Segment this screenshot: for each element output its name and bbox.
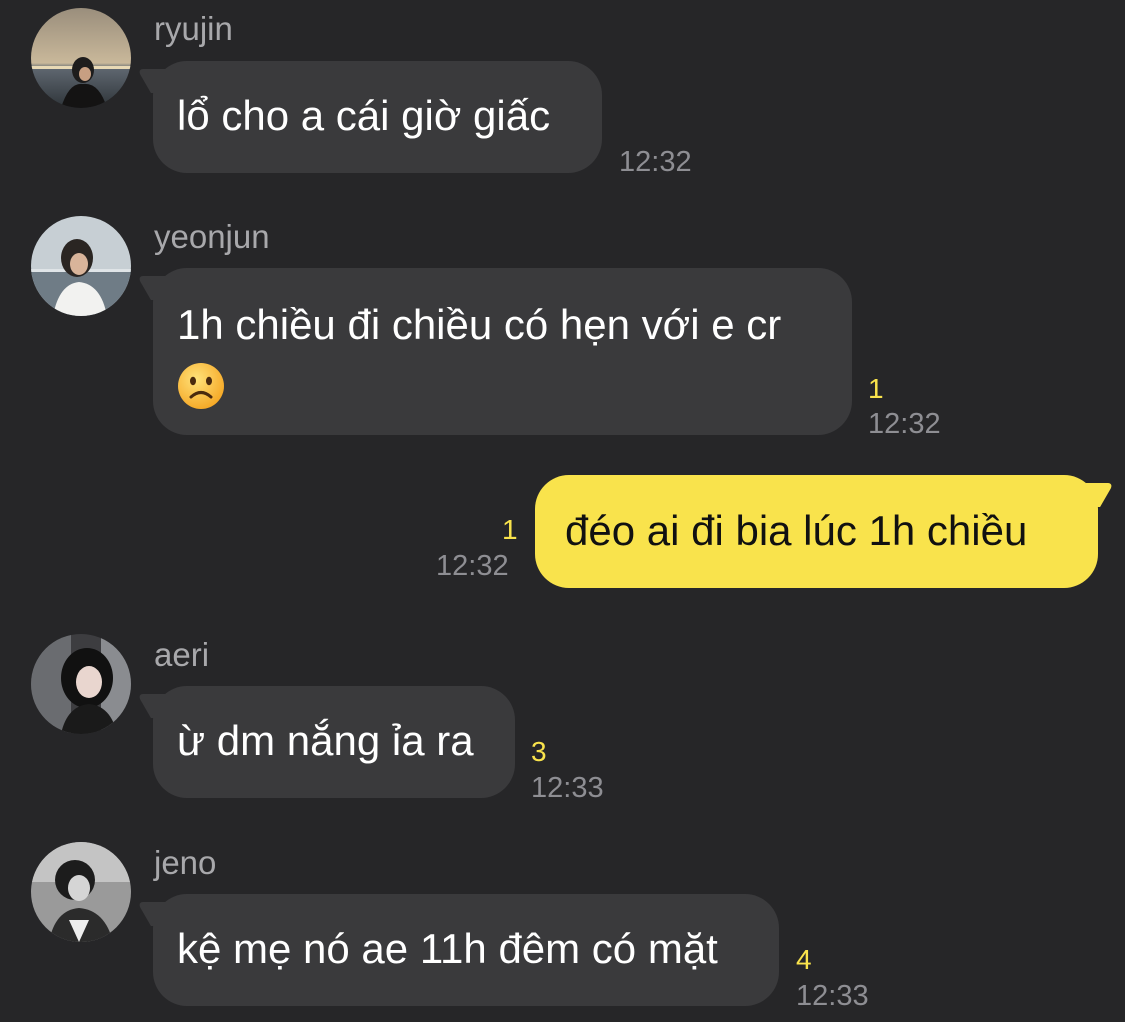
avatar[interactable] — [31, 216, 131, 316]
unread-count: 1 — [868, 373, 884, 404]
unread-count: 1 — [502, 514, 518, 545]
message-text: kệ mẹ nó ae 11h đêm có mặt — [177, 925, 718, 972]
message-text: 1h chiều đi chiều có hẹn với e cr — [177, 301, 782, 348]
yeonjun-avatar — [31, 216, 131, 316]
message-bubble[interactable]: ừ dm nắng ỉa ra — [153, 686, 515, 798]
avatar[interactable] — [31, 634, 131, 734]
unread-count: 4 — [796, 944, 812, 975]
message-timestamp: 12:33 — [796, 980, 869, 1012]
unread-count: 3 — [531, 736, 547, 767]
message-text: ừ dm nắng ỉa ra — [177, 717, 474, 764]
sender-name: ryujin — [154, 10, 233, 47]
sender-name: jeno — [154, 844, 217, 881]
message-timestamp: 12:32 — [436, 550, 509, 582]
sender-name: yeonjun — [154, 218, 270, 255]
jeno-avatar — [31, 842, 131, 942]
message-bubble[interactable]: lổ cho a cái giờ giấc — [153, 61, 602, 173]
message-text: đéo ai đi bia lúc 1h chiều — [565, 507, 1028, 554]
frowning-face-icon — [177, 362, 225, 410]
avatar[interactable] — [31, 842, 131, 942]
message-bubble[interactable]: kệ mẹ nó ae 11h đêm có mặt — [153, 894, 779, 1006]
ryujin-avatar — [31, 8, 131, 108]
avatar[interactable] — [31, 8, 131, 108]
aeri-avatar — [31, 634, 131, 734]
message-timestamp: 12:32 — [619, 146, 692, 178]
message-timestamp: 12:32 — [868, 408, 941, 440]
message-timestamp: 12:33 — [531, 772, 604, 804]
message-text: lổ cho a cái giờ giấc — [177, 92, 551, 139]
sender-name: aeri — [154, 636, 210, 673]
message-bubble[interactable]: 1h chiều đi chiều có hẹn với e cr — [153, 268, 852, 435]
my-message-bubble[interactable]: đéo ai đi bia lúc 1h chiều — [535, 475, 1098, 588]
